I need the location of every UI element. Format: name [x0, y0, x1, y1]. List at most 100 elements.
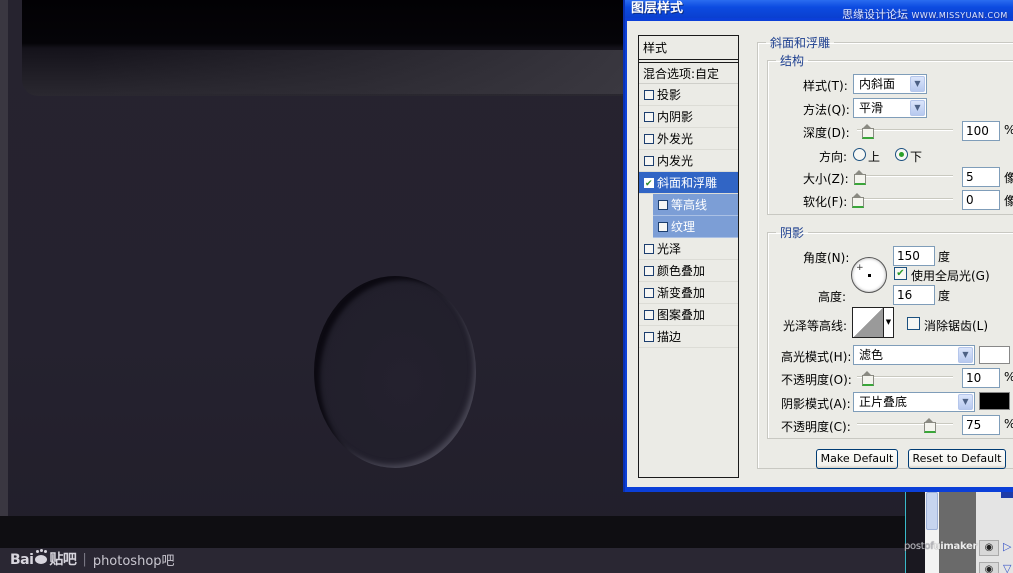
size-unit: 像 — [1004, 171, 1013, 185]
technique-select-value: 平滑 — [859, 101, 884, 115]
size-label: 大小(Z): — [803, 172, 849, 186]
highlight-opacity-input[interactable]: 10 — [962, 368, 1000, 388]
anti-aliased-checkbox[interactable] — [907, 317, 920, 330]
altitude-input[interactable]: 16 — [893, 285, 935, 305]
direction-down-label[interactable]: 下 — [910, 148, 922, 165]
style-item[interactable]: 颜色叠加 — [639, 260, 738, 282]
panel-highlight — [82, 50, 627, 94]
dialog-body: 样式 混合选项:自定 投影内阴影外发光内发光斜面和浮雕等高线纹理光泽颜色叠加渐变… — [627, 21, 1013, 487]
reset-to-default-button[interactable]: Reset to Default — [908, 449, 1006, 469]
slider-track — [857, 198, 953, 200]
panel-scrollbar-thumb[interactable] — [926, 492, 938, 530]
depth-input[interactable]: 100 — [962, 121, 1000, 141]
dialog-titlebar[interactable]: 图层样式 思缘设计论坛 WWW.MISSYUAN.COM — [625, 0, 1013, 21]
shadow-mode-label: 阴影模式(A): — [781, 397, 851, 411]
checkbox[interactable] — [644, 287, 654, 298]
depth-slider[interactable] — [857, 124, 953, 139]
style-item[interactable]: 图案叠加 — [639, 304, 738, 326]
layer-thumbnail-area — [939, 490, 976, 573]
anti-aliased-label[interactable]: 消除锯齿(L) — [924, 317, 988, 334]
make-default-button[interactable]: Make Default — [816, 449, 898, 469]
tieba-text: 贴吧 — [49, 552, 77, 568]
checkbox[interactable] — [644, 111, 654, 122]
layer-style-dialog: 图层样式 思缘设计论坛 WWW.MISSYUAN.COM 样式 混合选项:自定 … — [623, 0, 1013, 492]
style-item-label: 描边 — [657, 329, 682, 344]
baidu-paw-icon — [33, 550, 49, 564]
checkbox[interactable] — [644, 265, 654, 276]
angle-dial[interactable]: + — [851, 257, 887, 293]
style-select[interactable]: 内斜面 ▼ — [853, 74, 927, 94]
global-light-label[interactable]: 使用全局光(G) — [911, 267, 990, 284]
style-item[interactable]: 投影 — [639, 84, 738, 106]
shadow-opacity-slider[interactable] — [857, 418, 953, 433]
style-item[interactable]: 描边 — [639, 326, 738, 348]
eye-icon[interactable]: ◉ — [979, 540, 999, 556]
watermark-separator: | — [82, 551, 87, 567]
depth-unit: % — [1004, 123, 1013, 137]
shadow-mode-select[interactable]: 正片叠底 ▼ — [853, 392, 975, 412]
checkbox[interactable] — [658, 199, 668, 210]
slider-track — [857, 175, 953, 177]
checkbox[interactable] — [644, 89, 654, 100]
chevron-down-icon[interactable]: ▼ — [910, 100, 925, 116]
baidu-watermark: Bai 贴吧 | photoshop吧 — [10, 549, 175, 569]
forum-watermark-text: 思缘设计论坛 — [842, 8, 908, 21]
technique-select[interactable]: 平滑 ▼ — [853, 98, 927, 118]
style-item[interactable]: 内阴影 — [639, 106, 738, 128]
gloss-contour-picker[interactable]: ▼ — [852, 307, 894, 338]
shading-title: 阴影 — [780, 226, 805, 240]
style-item[interactable]: 渐变叠加 — [639, 282, 738, 304]
slider-thumb[interactable] — [861, 124, 874, 139]
chevron-down-icon[interactable]: ▼ — [883, 308, 893, 337]
style-item-label: 光泽 — [657, 241, 682, 256]
direction-up-label[interactable]: 上 — [868, 148, 880, 165]
style-item[interactable]: 纹理 — [653, 216, 738, 238]
angle-input[interactable]: 150 — [893, 246, 935, 266]
direction-down-radio[interactable] — [895, 148, 908, 161]
slider-thumb[interactable] — [861, 371, 874, 386]
slider-thumb[interactable] — [853, 170, 866, 185]
style-item[interactable]: 斜面和浮雕 — [639, 172, 738, 195]
blending-options-item[interactable]: 混合选项:自定 — [639, 62, 738, 84]
size-input[interactable]: 5 — [962, 167, 1000, 187]
chevron-down-icon[interactable]: ▼ — [958, 347, 973, 363]
highlight-opacity-slider[interactable] — [857, 371, 953, 386]
slider-thumb[interactable] — [924, 418, 936, 433]
chevron-down-icon[interactable]: ▼ — [910, 76, 925, 92]
checkbox-checked[interactable] — [644, 173, 654, 195]
direction-up-radio[interactable] — [853, 148, 866, 161]
style-item[interactable]: 外发光 — [639, 128, 738, 150]
style-item[interactable]: 内发光 — [639, 150, 738, 172]
highlight-mode-label: 高光模式(H): — [781, 350, 852, 364]
style-item[interactable]: 等高线 — [653, 194, 738, 216]
dialog-title: 图层样式 — [631, 1, 684, 16]
style-item[interactable]: 光泽 — [639, 238, 738, 260]
soften-input[interactable]: 0 — [962, 190, 1000, 210]
expand-triangle-icon[interactable]: ▷ — [1003, 540, 1011, 553]
styles-header[interactable]: 样式 — [639, 36, 738, 60]
style-item-label: 内阴影 — [657, 109, 694, 124]
highlight-color-swatch[interactable] — [979, 346, 1010, 364]
collapse-triangle-icon[interactable]: ▽ — [1003, 562, 1011, 573]
shadow-opacity-input[interactable]: 75 — [962, 415, 1000, 435]
shadow-color-swatch[interactable] — [979, 392, 1010, 410]
checkbox[interactable] — [644, 309, 654, 320]
chevron-down-icon[interactable]: ▼ — [958, 394, 973, 410]
checkbox[interactable] — [644, 243, 654, 254]
soften-unit: 像 — [1004, 194, 1013, 208]
checkbox[interactable] — [644, 331, 654, 342]
depth-label: 深度(D): — [803, 126, 850, 140]
soften-slider[interactable] — [852, 193, 953, 208]
checkbox[interactable] — [658, 221, 668, 232]
eye-icon[interactable]: ◉ — [979, 562, 999, 573]
canvas-bottom-band — [0, 516, 905, 548]
highlight-mode-select[interactable]: 滤色 ▼ — [853, 345, 975, 365]
checkbox[interactable] — [644, 133, 654, 144]
baidu-logo-text: Bai — [10, 552, 34, 568]
slider-thumb[interactable] — [852, 193, 864, 208]
checkbox[interactable] — [644, 155, 654, 166]
global-light-checkbox[interactable]: ✔ — [894, 267, 907, 280]
style-item-label: 图案叠加 — [657, 307, 706, 322]
size-slider[interactable] — [853, 170, 953, 185]
shadow-opacity-unit: % — [1004, 417, 1013, 431]
